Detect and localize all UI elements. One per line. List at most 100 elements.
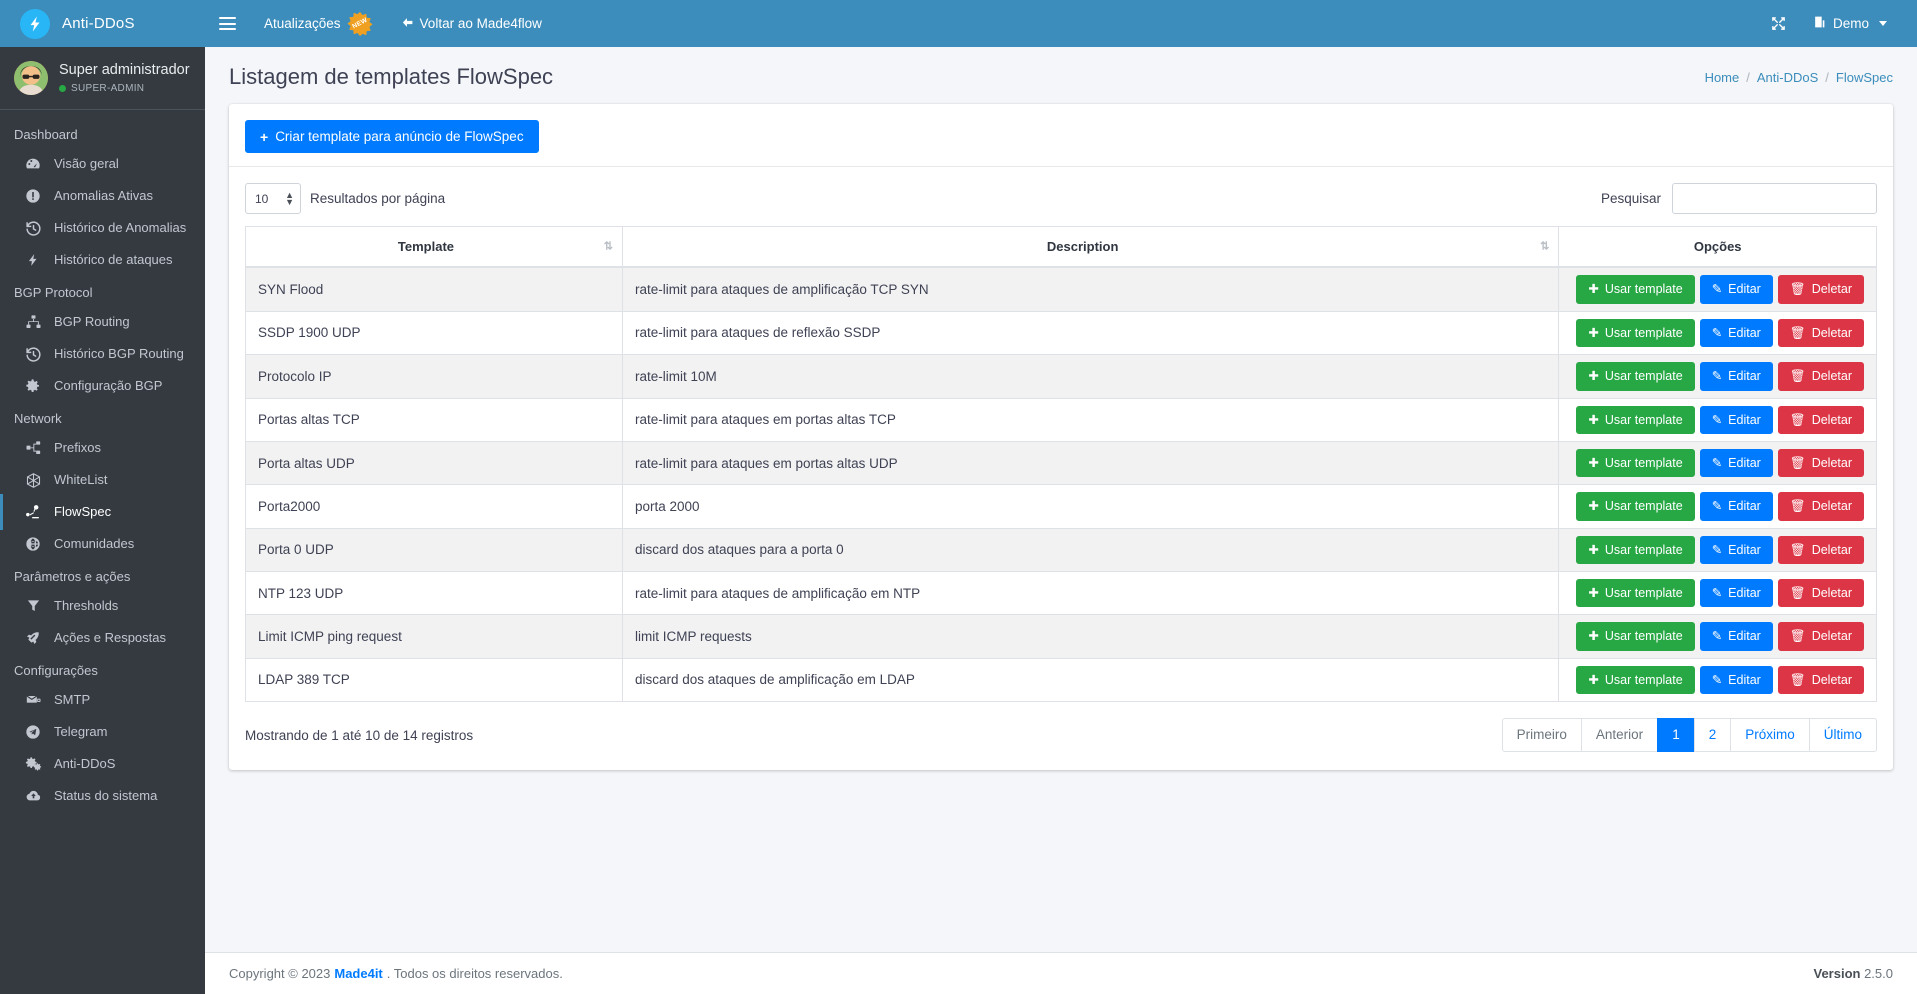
sidebar-section-configuracoes: Configurações [14, 663, 98, 678]
sidebar-item-prefixos[interactable]: Prefixos [0, 432, 205, 464]
delete-button[interactable]: 🗑 Deletar [1777, 535, 1864, 565]
sidebar-item-thresholds[interactable]: Thresholds [0, 590, 205, 622]
use-template-button[interactable]: ✚ Usar template [1576, 535, 1695, 565]
edit-button[interactable]: ✎ Editar [1699, 405, 1773, 434]
cell-description: rate-limit para ataques em portas altas … [621, 440, 1560, 486]
sidebar-item-acoes-respostas[interactable]: Ações e Respostas [0, 622, 205, 654]
delete-button[interactable]: 🗑 Deletar [1777, 362, 1864, 391]
tenant-selector[interactable]: Demo [1799, 0, 1901, 47]
pencil-icon: ✎ [1711, 369, 1723, 384]
sidebar-item-configuracao-bgp[interactable]: Configuração BGP [0, 370, 205, 402]
edit-button[interactable]: ✎ Editar [1699, 362, 1773, 391]
pencil-icon: ✎ [1711, 629, 1723, 644]
sidebar-item-historico-bgp-routing[interactable]: Histórico BGP Routing [0, 338, 205, 370]
use-template-button[interactable]: ✚ Usar template [1576, 448, 1695, 478]
sidebar-user-name: Super administrador [59, 62, 190, 79]
use-template-button[interactable]: ✚ Usar template [1576, 665, 1695, 695]
search-input[interactable] [1672, 183, 1877, 215]
sidebar-item-comunidades[interactable]: Comunidades [0, 528, 205, 560]
sidebar-user-panel[interactable]: Super administrador SUPER-ADMIN [0, 47, 205, 110]
pagination-button-2[interactable]: 2 [1693, 718, 1731, 753]
use-template-button[interactable]: ✚ Usar template [1576, 275, 1695, 304]
use-template-button[interactable]: ✚ Usar template [1576, 622, 1695, 651]
breadcrumb-item-antiddos[interactable]: Anti-DDoS [1757, 70, 1818, 85]
use-template-button[interactable]: ✚ Usar template [1576, 579, 1695, 608]
fullscreen-icon[interactable] [1759, 0, 1799, 47]
delete-button[interactable]: 🗑 Deletar [1777, 579, 1864, 608]
breadcrumb-item-flowspec: FlowSpec [1835, 69, 1893, 85]
pagination-button-último[interactable]: Último [1808, 718, 1877, 753]
table-row: Protocolo IP rate-limit 10M ✚ Usar template… [245, 354, 1877, 399]
cell-description: rate-limit para ataques em portas altas … [621, 397, 1560, 442]
trash-icon: 🗑 [1789, 672, 1806, 687]
plus-icon: ✚ [1588, 629, 1599, 644]
pencil-icon: ✎ [1711, 282, 1723, 297]
sidebar-item-anti-ddos[interactable]: Anti-DDoS [0, 748, 205, 780]
brand-block[interactable]: Anti-DDoS [0, 0, 205, 47]
delete-button[interactable]: 🗑 Deletar [1777, 622, 1864, 651]
delete-button[interactable]: 🗑 Deletar [1777, 405, 1864, 434]
sidebar-item-anomalias-ativas[interactable]: Anomalias Ativas [0, 180, 205, 212]
edit-button[interactable]: ✎ Editar [1699, 535, 1773, 565]
sidebar-item-historico-ataques[interactable]: Histórico de ataques [0, 244, 205, 276]
use-template-button[interactable]: ✚ Usar template [1576, 318, 1695, 348]
footer-version: Version 2.5.0 [1813, 966, 1893, 981]
table-row: Limit ICMP ping request limit ICMP reques… [245, 614, 1877, 659]
pagination-button-próximo[interactable]: Próximo [1730, 718, 1809, 753]
footer-company-link[interactable]: Made4it [334, 966, 382, 981]
plus-icon: ✚ [1588, 282, 1599, 297]
edit-button[interactable]: ✎ Editar [1699, 448, 1773, 478]
tenant-label: Demo [1832, 16, 1869, 31]
column-header-template[interactable]: Template ⇅ [245, 226, 623, 269]
use-template-button[interactable]: ✚ Usar template [1576, 492, 1695, 521]
table-controls: 10 25 50 100 ▲▼ Resultados por página Pe… [245, 177, 1877, 226]
hamburger-menu-icon[interactable] [205, 0, 250, 47]
create-template-button[interactable]: + Criar template para anúncio de FlowSpe… [245, 120, 539, 154]
breadcrumb-item-home[interactable]: Home [1705, 70, 1740, 85]
trash-icon: 🗑 [1789, 325, 1806, 340]
card-body: 10 25 50 100 ▲▼ Resultados por página Pe… [229, 166, 1893, 770]
column-header-description[interactable]: Description ⇅ [621, 226, 1560, 269]
delete-button[interactable]: 🗑 Deletar [1777, 275, 1864, 304]
trash-icon: 🗑 [1789, 629, 1806, 644]
column-header-template-label: Template [397, 239, 455, 255]
edit-button[interactable]: ✎ Editar [1699, 275, 1773, 304]
use-template-button[interactable]: ✚ Usar template [1576, 362, 1695, 391]
edit-button[interactable]: ✎ Editar [1699, 492, 1773, 521]
delete-button[interactable]: 🗑 Deletar [1777, 492, 1864, 521]
sidebar-item-telegram[interactable]: Telegram [0, 716, 205, 748]
edit-button[interactable]: ✎ Editar [1699, 622, 1773, 651]
sidebar-item-bgp-routing[interactable]: BGP Routing [0, 306, 205, 338]
pagination-button-1[interactable]: 1 [1657, 718, 1694, 753]
use-template-button[interactable]: ✚ Usar template [1576, 405, 1695, 434]
gear-icon [24, 377, 42, 395]
delete-button[interactable]: 🗑 Deletar [1777, 448, 1864, 478]
sidebar-item-label: FlowSpec [54, 504, 112, 519]
delete-button[interactable]: 🗑 Deletar [1777, 665, 1864, 695]
nav-back-link[interactable]: Voltar ao Made4flow [387, 0, 556, 47]
delete-button[interactable]: 🗑 Deletar [1777, 318, 1864, 348]
page-length-select[interactable]: 10 25 50 100 [245, 183, 301, 215]
edit-button[interactable]: ✎ Editar [1699, 318, 1773, 348]
table-header-row: Template ⇅ Description ⇅ Opções [245, 226, 1877, 269]
sidebar-item-label: BGP Routing [54, 314, 130, 329]
sidebar-item-label: Ações e Respostas [54, 630, 167, 645]
sidebar-section-network: Network [14, 411, 62, 426]
sidebar-item-smtp[interactable]: SMTP [0, 684, 205, 716]
pencil-icon: ✎ [1711, 672, 1723, 687]
sidebar-item-label: Anomalias Ativas [54, 188, 153, 203]
sidebar-item-whitelist[interactable]: WhiteList [0, 464, 205, 496]
sidebar-item-status-sistema[interactable]: Status do sistema [0, 780, 205, 812]
edit-button[interactable]: ✎ Editar [1699, 665, 1773, 695]
cell-template: Porta2000 [245, 484, 623, 529]
sidebar-item-label: Thresholds [54, 598, 119, 613]
table-row: Porta2000 porta 2000 ✚ Usar template ✎ Editar… [245, 484, 1877, 529]
sidebar-item-label: Telegram [54, 724, 108, 739]
edit-button[interactable]: ✎ Editar [1699, 579, 1773, 608]
sidebar-item-visao-geral[interactable]: Visão geral [0, 148, 205, 180]
sidebar-item-flowspec[interactable]: FlowSpec [0, 494, 205, 530]
sidebar-item-historico-anomalias[interactable]: Histórico de Anomalias [0, 212, 205, 244]
sidebar-menu: Dashboard Visão geral Anomalias Ativas H… [0, 110, 205, 832]
plus-icon: ✚ [1588, 672, 1599, 687]
nav-updates-link[interactable]: Atualizações NEW [250, 0, 387, 47]
